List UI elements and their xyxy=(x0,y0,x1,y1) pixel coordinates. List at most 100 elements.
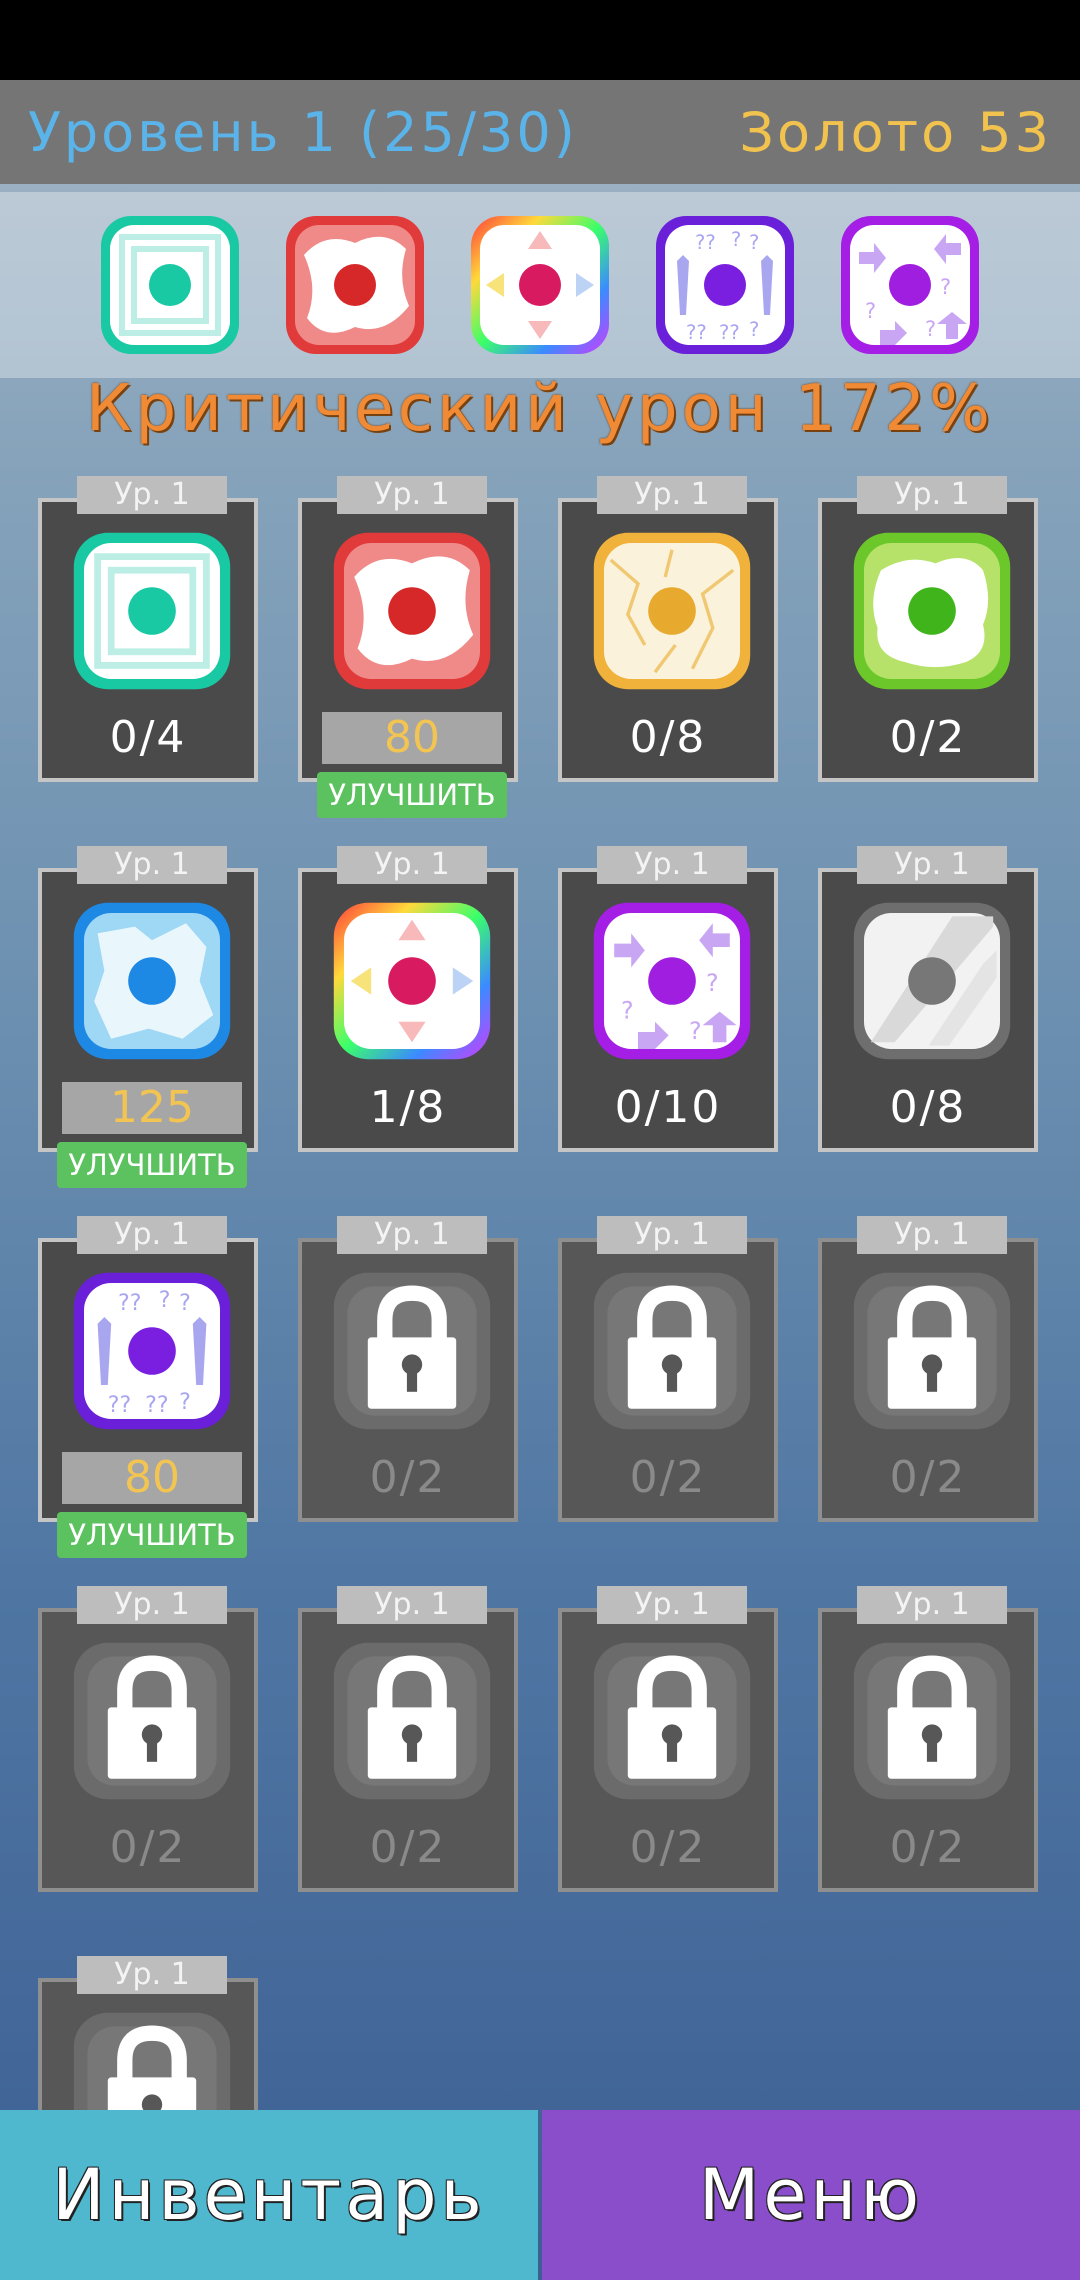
svg-text:?: ? xyxy=(940,275,951,299)
level-tab: Ур. 1 xyxy=(337,476,487,514)
inventory-button[interactable]: Инвентарь xyxy=(0,2110,538,2280)
dice-card-9[interactable]: Ур. 1 ????????? 80 УЛУЧШИТЬ xyxy=(38,1216,258,1558)
dice-card-3[interactable]: Ур. 1 0/8 xyxy=(558,476,778,782)
blue-swords-question-die-icon: ????????? xyxy=(656,216,794,354)
level-tab: Ур. 1 xyxy=(857,476,1007,514)
level-tab: Ур. 1 xyxy=(77,846,227,884)
menu-button[interactable]: Меню xyxy=(542,2110,1080,2280)
cyan-frame-die-icon xyxy=(101,216,239,354)
svg-text:?: ? xyxy=(159,1287,171,1313)
dice-count: 1/8 xyxy=(369,1082,447,1133)
padlock-icon xyxy=(73,1642,231,1800)
level-tab: Ур. 1 xyxy=(857,846,1007,884)
dice-count: 0/2 xyxy=(369,1452,447,1503)
green-splash-die-icon xyxy=(853,532,1011,690)
level-tab: Ур. 1 xyxy=(77,1956,227,1994)
upgrade-button[interactable]: УЛУЧШИТЬ xyxy=(317,772,507,818)
padlock-icon xyxy=(853,1272,1011,1430)
svg-text:?: ? xyxy=(179,1290,191,1316)
level-tab: Ур. 1 xyxy=(597,1586,747,1624)
status-bar xyxy=(0,0,1080,80)
cyan-frame-die-icon xyxy=(73,532,231,690)
padlock-icon xyxy=(853,1642,1011,1800)
locked-card-10[interactable]: Ур. 1 0/2 xyxy=(298,1216,518,1522)
dice-count: 0/2 xyxy=(369,1822,447,1873)
dice-count: 0/8 xyxy=(629,712,707,763)
svg-text:?: ? xyxy=(925,317,936,341)
equipped-dice-bar: ????????? ??? xyxy=(0,192,1080,378)
svg-text:?: ? xyxy=(621,996,634,1024)
dice-card-7[interactable]: Ур. 1 ??? 0/10 xyxy=(558,846,778,1152)
dice-count: 0/2 xyxy=(109,1822,187,1873)
svg-text:?: ? xyxy=(865,299,876,323)
locked-card-16[interactable]: Ур. 1 0/2 xyxy=(818,1586,1038,1892)
level-tab: Ур. 1 xyxy=(857,1586,1007,1624)
svg-text:?: ? xyxy=(179,1389,191,1415)
dice-count: 0/4 xyxy=(109,712,187,763)
level-tab: Ур. 1 xyxy=(77,476,227,514)
svg-text:??: ?? xyxy=(719,321,740,344)
padlock-icon xyxy=(333,1642,491,1800)
dice-count: 0/2 xyxy=(889,1452,967,1503)
red-flame-die-icon xyxy=(333,532,491,690)
svg-text:??: ?? xyxy=(145,1392,168,1418)
dice-card-8[interactable]: Ур. 1 0/8 xyxy=(818,846,1038,1152)
svg-text:?: ? xyxy=(706,969,719,997)
equipped-slot-5[interactable]: ??? xyxy=(835,210,985,360)
top-bar: Уровень 1 (25/30) Золото 53 xyxy=(0,80,1080,184)
level-tab: Ур. 1 xyxy=(337,1586,487,1624)
upgrade-cost: 80 xyxy=(62,1452,242,1504)
level-text: Уровень 1 (25/30) xyxy=(28,100,578,164)
locked-card-11[interactable]: Ур. 1 0/2 xyxy=(558,1216,778,1522)
padlock-icon xyxy=(333,1272,491,1430)
locked-card-14[interactable]: Ур. 1 0/2 xyxy=(298,1586,518,1892)
locked-card-13[interactable]: Ур. 1 0/2 xyxy=(38,1586,258,1892)
level-tab: Ур. 1 xyxy=(337,1216,487,1254)
padlock-icon xyxy=(593,1642,751,1800)
level-tab: Ур. 1 xyxy=(597,1216,747,1254)
locked-card-15[interactable]: Ур. 1 0/2 xyxy=(558,1586,778,1892)
orange-crack-die-icon xyxy=(593,532,751,690)
grey-glass-die-icon xyxy=(853,902,1011,1060)
dice-count: 0/10 xyxy=(614,1082,722,1133)
svg-text:?: ? xyxy=(749,318,759,341)
blue-ice-die-icon xyxy=(73,902,231,1060)
rainbow-arrows-die-icon xyxy=(333,902,491,1060)
equipped-slot-2[interactable] xyxy=(280,210,430,360)
svg-text:??: ?? xyxy=(108,1392,131,1418)
upgrade-cost: 125 xyxy=(62,1082,242,1134)
purple-arrows-question-die-icon: ??? xyxy=(593,902,751,1060)
upgrade-cost: 80 xyxy=(322,712,502,764)
svg-text:?: ? xyxy=(689,1017,702,1045)
dice-card-2[interactable]: Ур. 1 80 УЛУЧШИТЬ xyxy=(298,476,518,818)
dice-card-1[interactable]: Ур. 1 0/4 xyxy=(38,476,258,782)
dice-count: 0/2 xyxy=(629,1452,707,1503)
svg-text:?: ? xyxy=(749,231,759,254)
level-tab: Ур. 1 xyxy=(597,846,747,884)
dice-count: 0/2 xyxy=(629,1822,707,1873)
level-tab: Ур. 1 xyxy=(77,1586,227,1624)
locked-card-12[interactable]: Ур. 1 0/2 xyxy=(818,1216,1038,1522)
upgrade-button[interactable]: УЛУЧШИТЬ xyxy=(57,1512,247,1558)
dice-count: 0/2 xyxy=(889,1822,967,1873)
gold-text: Золото 53 xyxy=(739,100,1052,164)
padlock-icon xyxy=(593,1272,751,1430)
dice-card-5[interactable]: Ур. 1 125 УЛУЧШИТЬ xyxy=(38,846,258,1188)
rainbow-arrows-die-icon xyxy=(471,216,609,354)
dice-card-4[interactable]: Ур. 1 0/2 xyxy=(818,476,1038,782)
purple-arrows-question-die-icon: ??? xyxy=(841,216,979,354)
equipped-slot-3[interactable] xyxy=(465,210,615,360)
svg-text:??: ?? xyxy=(686,321,707,344)
dice-card-6[interactable]: Ур. 1 1/8 xyxy=(298,846,518,1152)
red-flame-die-icon xyxy=(286,216,424,354)
svg-text:??: ?? xyxy=(695,231,716,254)
equipped-slot-4[interactable]: ????????? xyxy=(650,210,800,360)
dice-count: 0/8 xyxy=(889,1082,967,1133)
stat-title: Критический урон 172% xyxy=(86,372,994,446)
svg-text:?: ? xyxy=(731,228,741,251)
level-tab: Ур. 1 xyxy=(857,1216,1007,1254)
equipped-slot-1[interactable] xyxy=(95,210,245,360)
upgrade-button[interactable]: УЛУЧШИТЬ xyxy=(57,1142,247,1188)
level-tab: Ур. 1 xyxy=(77,1216,227,1254)
level-tab: Ур. 1 xyxy=(337,846,487,884)
